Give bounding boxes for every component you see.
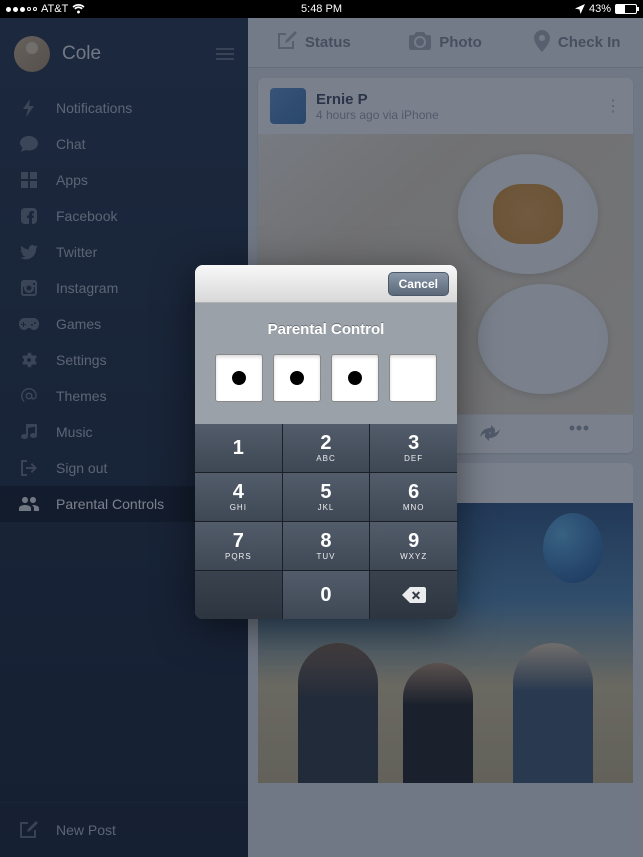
keypad-9[interactable]: 9WXYZ <box>370 522 457 570</box>
keypad-8[interactable]: 8TUV <box>283 522 370 570</box>
keypad: 1 2ABC 3DEF 4GHI 5JKL 6MNO 7PQRS 8TUV 9W… <box>195 424 457 619</box>
pin-digit-3 <box>331 354 379 402</box>
keypad-4[interactable]: 4GHI <box>195 473 282 521</box>
keypad-7[interactable]: 7PQRS <box>195 522 282 570</box>
pin-digit-1 <box>215 354 263 402</box>
keypad-1[interactable]: 1 <box>195 424 282 472</box>
parental-control-modal: Cancel Parental Control 1 2ABC 3DEF 4GHI… <box>195 265 457 619</box>
keypad-2[interactable]: 2ABC <box>283 424 370 472</box>
status-left: AT&T <box>6 3 85 15</box>
signal-icon <box>6 7 37 12</box>
keypad-5[interactable]: 5JKL <box>283 473 370 521</box>
carrier-label: AT&T <box>41 3 68 15</box>
battery-icon <box>615 4 637 14</box>
pin-input-group <box>195 354 457 402</box>
keypad-blank <box>195 571 282 619</box>
status-time: 5:48 PM <box>301 3 342 15</box>
battery-pct: 43% <box>589 3 611 15</box>
location-icon <box>575 4 585 14</box>
modal-header: Cancel <box>195 265 457 303</box>
status-right: 43% <box>575 3 637 15</box>
wifi-icon <box>72 4 85 14</box>
pin-digit-4 <box>389 354 437 402</box>
keypad-6[interactable]: 6MNO <box>370 473 457 521</box>
pin-digit-2 <box>273 354 321 402</box>
cancel-button[interactable]: Cancel <box>388 272 449 296</box>
modal-title: Parental Control <box>195 321 457 338</box>
keypad-backspace[interactable] <box>370 571 457 619</box>
keypad-0[interactable]: 0 <box>283 571 370 619</box>
status-bar: AT&T 5:48 PM 43% <box>0 0 643 18</box>
keypad-3[interactable]: 3DEF <box>370 424 457 472</box>
modal-body: Parental Control <box>195 303 457 424</box>
